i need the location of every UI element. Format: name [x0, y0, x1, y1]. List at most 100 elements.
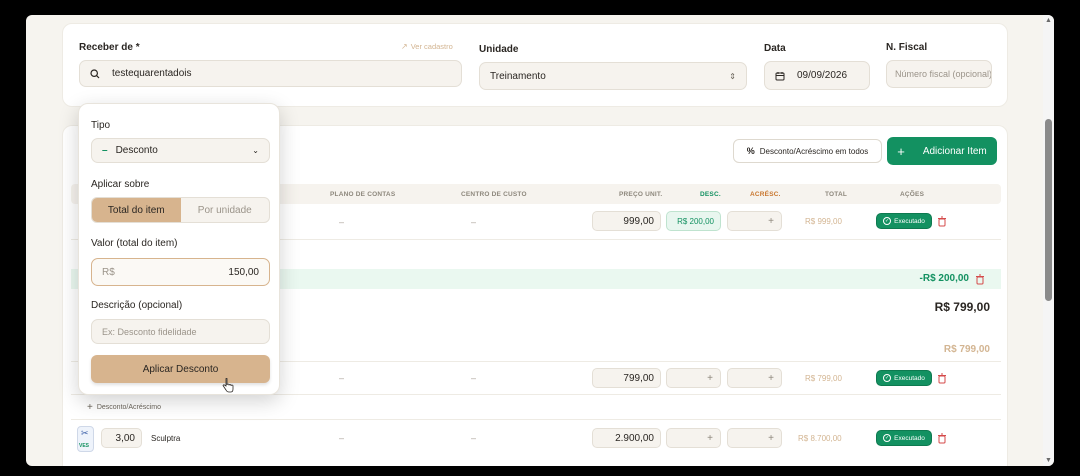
calendar-icon	[775, 71, 785, 81]
plus-icon: +	[87, 402, 93, 413]
status-label: Executado	[894, 434, 925, 442]
trash-icon[interactable]	[937, 433, 947, 444]
receber-value: testequarentadois	[112, 68, 192, 79]
subtotal-muted-value: R$ 799,00	[943, 344, 990, 355]
status-label: Executado	[894, 217, 925, 225]
status-label: Executado	[894, 374, 925, 382]
add-item-label: Adicionar Item	[922, 145, 987, 157]
status-badge[interactable]: ✓ Executado	[876, 430, 932, 446]
apply-mode-segmented: Total do item Por unidade	[91, 197, 270, 223]
row-total: R$ 999,00	[805, 217, 842, 226]
header-card: Receber de * ↗ Ver cadastro testequarent…	[62, 23, 1008, 107]
chevron-updown-icon: ⇕	[729, 71, 736, 81]
data-value: 09/09/2026	[797, 70, 848, 81]
trash-icon[interactable]	[937, 373, 947, 384]
add-discount-link[interactable]: + Desconto/Acréscimo	[87, 402, 161, 413]
tipo-select[interactable]: – Desconto ⌄	[91, 138, 270, 163]
external-link-icon: ↗	[401, 42, 408, 51]
unidade-select[interactable]: Treinamento ⇕	[479, 62, 747, 90]
chevron-down-icon: ⌄	[252, 146, 259, 155]
check-circle-icon: ✓	[883, 434, 892, 442]
row-plano: –	[339, 433, 345, 443]
ver-cadastro-text: Ver cadastro	[410, 42, 453, 51]
tipo-value: Desconto	[115, 145, 158, 156]
discount-input[interactable]: +	[666, 428, 721, 448]
fiscal-placeholder: Número fiscal (opcional)	[895, 69, 992, 79]
descricao-placeholder: Ex: Desconto fidelidade	[102, 326, 197, 337]
trash-icon[interactable]	[937, 216, 947, 227]
app-window: Receber de * ↗ Ver cadastro testequarent…	[26, 15, 1054, 466]
scrollbar[interactable]: ▲ ▼	[1043, 15, 1054, 466]
th-preco: PREÇO UNIT.	[619, 191, 663, 198]
table-row: ✂ VES 3,00 Sculptra – – 2.900,00 + + R$ …	[71, 419, 1001, 455]
search-icon	[90, 68, 100, 79]
check-circle-icon: ✓	[883, 217, 892, 225]
status-badge[interactable]: ✓ Executado	[876, 370, 932, 386]
add-item-button[interactable]: + Adicionar Item	[887, 137, 997, 165]
receber-input[interactable]: testequarentadois	[79, 60, 462, 87]
unidade-label: Unidade	[479, 44, 519, 55]
descricao-label: Descrição (opcional)	[91, 300, 183, 311]
scroll-up-arrow-icon[interactable]: ▲	[1045, 17, 1052, 24]
currency-prefix: R$	[102, 266, 115, 278]
cursor-pointer-icon	[222, 377, 234, 398]
price-input[interactable]: 2.900,00	[592, 428, 661, 448]
fiscal-input[interactable]: Número fiscal (opcional)	[886, 60, 992, 88]
check-circle-icon: ✓	[883, 374, 892, 382]
valor-value: 150,00	[228, 266, 259, 278]
row-plano: –	[339, 373, 345, 383]
row-total: R$ 8.700,00	[798, 434, 842, 443]
price-input[interactable]: 999,00	[592, 211, 661, 231]
aplicar-label: Aplicar sobre	[91, 179, 150, 190]
scroll-down-arrow-icon[interactable]: ▼	[1045, 457, 1052, 464]
surcharge-input[interactable]: +	[727, 428, 782, 448]
data-label: Data	[764, 43, 786, 54]
surcharge-input[interactable]: +	[727, 368, 782, 388]
seg-total-item[interactable]: Total do item	[92, 198, 181, 222]
row-centro: –	[471, 217, 477, 227]
valor-input[interactable]: R$ 150,00	[91, 258, 270, 286]
th-acresc: ACRÉSC.	[750, 191, 781, 198]
row-centro: –	[471, 433, 477, 443]
unidade-value: Treinamento	[490, 70, 546, 82]
receber-label: Receber de *	[79, 42, 140, 53]
valor-label: Valor (total do item)	[91, 238, 178, 249]
add-discount-label: Desconto/Acréscimo	[96, 404, 162, 411]
discount-input[interactable]: +	[666, 368, 721, 388]
tipo-value-wrap: – Desconto	[102, 145, 158, 156]
th-plano: PLANO DE CONTAS	[330, 191, 396, 198]
th-desc: DESC.	[700, 191, 721, 198]
th-acoes: AÇÕES	[900, 191, 925, 198]
subtotal-value: R$ 799,00	[934, 300, 990, 314]
minus-icon: –	[102, 145, 108, 156]
percent-icon: %	[746, 146, 755, 156]
trash-icon[interactable]	[975, 274, 985, 285]
discount-input[interactable]: R$ 200,00	[666, 211, 721, 231]
discount-popover: Tipo – Desconto ⌄ Aplicar sobre Total do…	[78, 103, 280, 395]
scissors-icon: ✂	[81, 428, 89, 438]
quantity-input[interactable]: 3,00	[101, 428, 142, 448]
discount-line-value: -R$ 200,00	[919, 273, 969, 284]
surcharge-input[interactable]: +	[727, 211, 782, 231]
row-total: R$ 799,00	[805, 374, 842, 383]
th-centro: CENTRO DE CUSTO	[461, 191, 527, 198]
unit-tag: ✂ VES	[77, 426, 94, 452]
apply-discount-button[interactable]: Aplicar Desconto	[91, 355, 270, 383]
row-plano: –	[339, 217, 345, 227]
status-badge[interactable]: ✓ Executado	[876, 213, 932, 229]
scrollbar-thumb[interactable]	[1045, 119, 1052, 301]
tipo-label: Tipo	[91, 120, 111, 131]
unit-tag-label: VES	[79, 443, 90, 449]
seg-por-unidade[interactable]: Por unidade	[181, 198, 270, 222]
fiscal-label: N. Fiscal	[886, 42, 928, 53]
discount-all-label: Desconto/Acréscimo em todos	[759, 146, 869, 156]
th-total: TOTAL	[825, 191, 848, 198]
row-centro: –	[471, 373, 477, 383]
item-name: Sculptra	[151, 434, 181, 443]
discount-all-button[interactable]: % Desconto/Acréscimo em todos	[733, 139, 882, 163]
data-input[interactable]: 09/09/2026	[764, 61, 870, 90]
descricao-input[interactable]: Ex: Desconto fidelidade	[91, 319, 270, 344]
plus-icon: +	[897, 143, 905, 159]
ver-cadastro-link[interactable]: ↗ Ver cadastro	[401, 42, 453, 51]
price-input[interactable]: 799,00	[592, 368, 661, 388]
